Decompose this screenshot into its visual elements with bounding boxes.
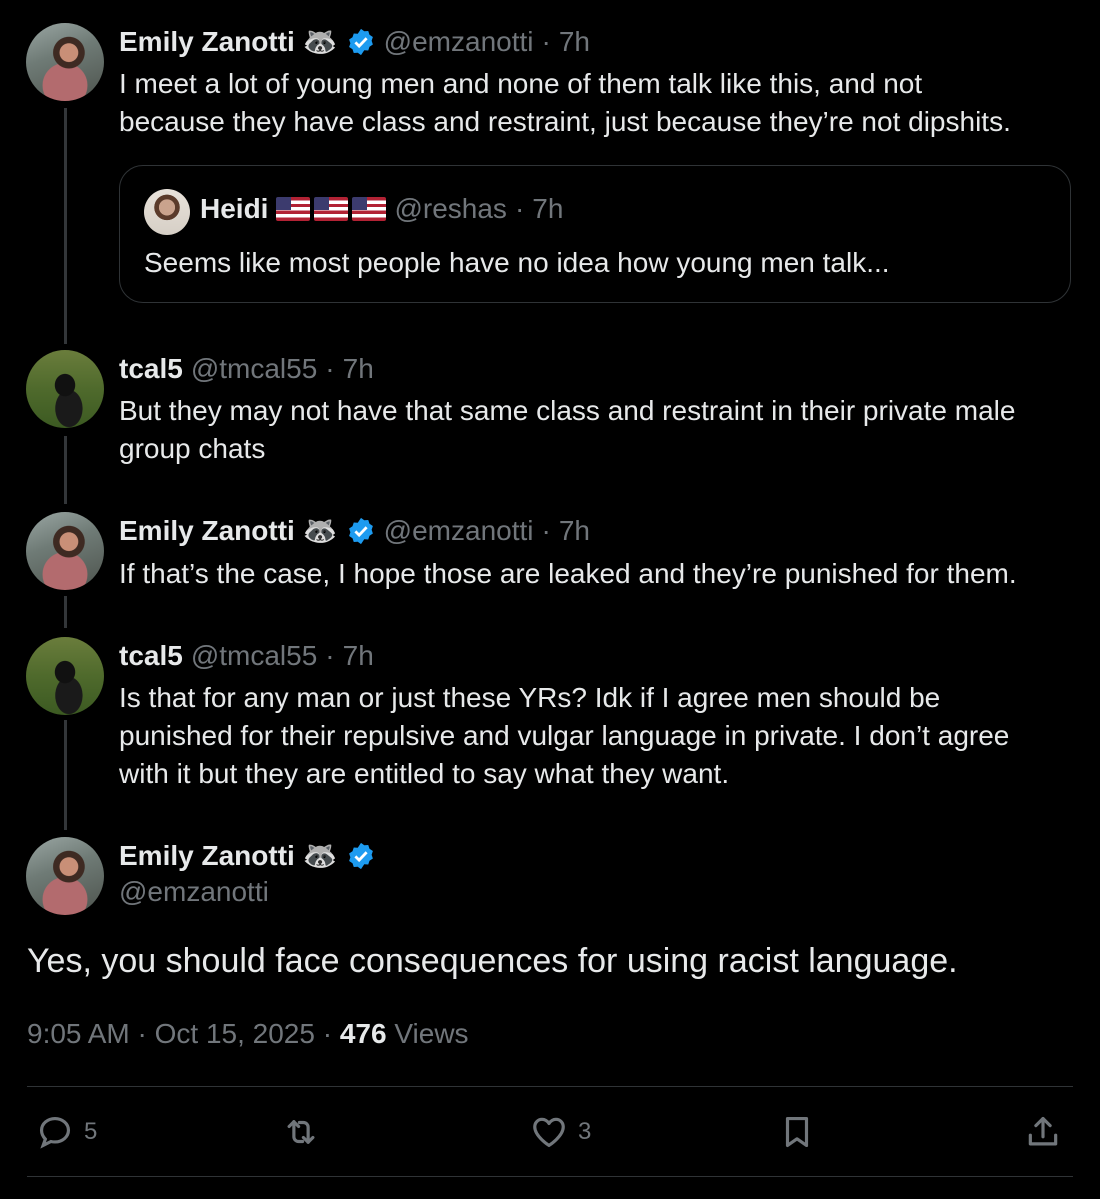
verified-badge-icon <box>348 842 373 870</box>
views-count: 476 <box>339 1018 387 1049</box>
author-name[interactable]: Emily Zanotti <box>119 840 295 872</box>
quote-timestamp: 7h <box>532 193 564 224</box>
tweet-text: If that’s the case, I hope those are lea… <box>119 555 1017 593</box>
tweet-header: tcal5 @tmcal55 · 7h <box>119 350 374 388</box>
tweet-text-line: But they may not have that same class an… <box>119 395 1016 426</box>
verified-badge-icon <box>348 517 373 545</box>
separator: · <box>325 353 335 384</box>
tweet-text: Is that for any man or just these YRs? I… <box>119 679 1009 793</box>
us-flag-emojis <box>276 197 387 221</box>
tweet-text-line: I meet a lot of young men and none of th… <box>119 68 923 99</box>
main-tweet-text: Yes, you should face consequences for us… <box>27 942 958 980</box>
timestamp[interactable]: 7h <box>343 353 374 385</box>
post-date[interactable]: Oct 15, 2025 <box>155 1018 315 1049</box>
raccoon-emoji: 🦝 <box>302 26 338 57</box>
main-tweet-header: Emily Zanotti 🦝 <box>119 837 376 875</box>
bookmark-icon <box>785 1116 809 1148</box>
tweet-text: I meet a lot of young men and none of th… <box>119 65 1011 141</box>
author-handle[interactable]: @emzanotti <box>119 876 269 908</box>
separator: · <box>137 1018 147 1049</box>
avatar[interactable] <box>26 350 104 428</box>
like-button[interactable]: 3 <box>530 1113 591 1151</box>
quote-author-handle: @reshas <box>394 193 507 224</box>
tweet-text-line: group chats <box>119 433 266 464</box>
divider <box>27 1086 1073 1087</box>
thread-line <box>64 596 67 628</box>
author-name[interactable]: Emily Zanotti <box>119 26 295 58</box>
tweet-text: But they may not have that same class an… <box>119 392 1015 468</box>
quote-header: Heidi @reshas · 7h <box>200 193 563 225</box>
separator: · <box>514 193 525 224</box>
quote-avatar <box>144 189 190 235</box>
separator: · <box>322 1018 333 1049</box>
us-flag-icon <box>276 197 311 221</box>
us-flag-icon <box>352 197 387 221</box>
quote-text: Seems like most people have no idea how … <box>144 247 890 278</box>
reply-button[interactable]: 5 <box>36 1113 97 1151</box>
thread-line <box>64 720 67 830</box>
tweet-header: Emily Zanotti 🦝 @emzanotti · 7h <box>119 23 590 61</box>
repost-icon <box>287 1120 315 1144</box>
author-handle[interactable]: @emzanotti <box>384 515 534 547</box>
tweet-meta: 9:05 AM · Oct 15, 2025 · 476 Views <box>27 1018 469 1050</box>
bookmark-button[interactable] <box>778 1113 816 1151</box>
tweet-text-line: with it but they are entitled to say wha… <box>119 758 730 789</box>
tweet-header: tcal5 @tmcal55 · 7h <box>119 637 374 675</box>
heart-icon <box>533 1117 565 1148</box>
like-count: 3 <box>578 1118 592 1145</box>
tweet-text-line: punished for their repulsive and vulgar … <box>119 720 1010 751</box>
separator: · <box>325 640 335 671</box>
avatar[interactable] <box>26 23 104 101</box>
author-name[interactable]: tcal5 <box>119 353 183 385</box>
reply-count: 5 <box>84 1118 98 1145</box>
reply-icon <box>39 1116 71 1149</box>
thread-line <box>64 436 67 504</box>
timestamp[interactable]: 7h <box>343 640 374 672</box>
author-name[interactable]: Emily Zanotti <box>119 515 295 547</box>
share-button[interactable] <box>1024 1113 1062 1151</box>
views-label: Views <box>394 1018 469 1049</box>
quote-author-name: Heidi <box>200 193 269 224</box>
separator: · <box>541 26 551 57</box>
author-handle[interactable]: @tmcal55 <box>191 640 317 672</box>
us-flag-icon <box>314 197 349 221</box>
raccoon-emoji: 🦝 <box>302 840 338 871</box>
repost-button[interactable] <box>282 1113 320 1151</box>
quoted-tweet[interactable]: Heidi @reshas · 7h Seems like most peopl… <box>119 165 1071 303</box>
tweet-text-line: Is that for any man or just these YRs? I… <box>119 682 941 713</box>
timestamp[interactable]: 7h <box>559 26 590 58</box>
divider <box>27 1176 1073 1177</box>
author-handle[interactable]: @tmcal55 <box>191 353 317 385</box>
tweet-text-line: because they have class and restraint, j… <box>119 106 1011 137</box>
share-icon <box>1028 1116 1058 1146</box>
raccoon-emoji: 🦝 <box>302 515 338 546</box>
avatar[interactable] <box>26 637 104 715</box>
tweet-header: Emily Zanotti 🦝 @emzanotti · 7h <box>119 512 590 550</box>
timestamp[interactable]: 7h <box>559 515 590 547</box>
tweet-text-line: If that’s the case, I hope those are lea… <box>119 558 1017 589</box>
author-handle[interactable]: @emzanotti <box>384 26 534 58</box>
post-time[interactable]: 9:05 AM <box>27 1018 130 1049</box>
thread-line <box>64 108 67 344</box>
separator: · <box>541 515 551 546</box>
avatar[interactable] <box>26 512 104 590</box>
verified-badge-icon <box>348 28 373 56</box>
author-name[interactable]: tcal5 <box>119 640 183 672</box>
avatar[interactable] <box>26 837 104 915</box>
